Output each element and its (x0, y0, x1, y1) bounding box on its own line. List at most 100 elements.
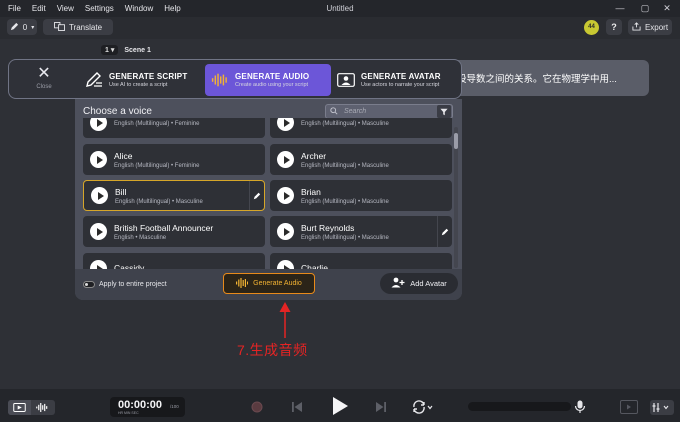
fullscreen-preview-button[interactable] (620, 400, 638, 414)
annotation-label: 7.生成音频 (237, 342, 308, 358)
generate-script-subtitle: Use AI to create a script (109, 82, 168, 88)
help-button[interactable]: ? (606, 19, 622, 35)
menu-file[interactable]: File (8, 4, 21, 13)
play-icon[interactable] (90, 223, 107, 240)
apply-to-project-toggle[interactable] (83, 281, 95, 288)
play-icon[interactable] (330, 396, 350, 416)
menu-view[interactable]: View (57, 4, 74, 13)
generate-avatar-option[interactable]: GENERATE AVATAR Use actors to narrate yo… (331, 64, 461, 96)
add-avatar-button[interactable]: Add Avatar (380, 273, 458, 294)
generate-audio-title: GENERATE AUDIO (235, 72, 310, 81)
voice-name: British Football Announcer (114, 222, 214, 233)
record-icon[interactable] (250, 400, 264, 414)
generate-audio-label: Generate Audio (253, 280, 302, 287)
export-label: Export (644, 22, 669, 32)
generate-audio-button[interactable]: Generate Audio (223, 273, 315, 294)
close-panel-button[interactable]: ✕ Close (31, 66, 57, 96)
filter-icon[interactable] (437, 105, 451, 118)
maximize-button[interactable]: ▢ (638, 2, 652, 14)
menu-edit[interactable]: Edit (32, 4, 46, 13)
voice-list: English (Multilingual) • Feminine Englis… (83, 118, 455, 272)
voice-card-brian[interactable]: Brian English (Multilingual) • Masculine (270, 180, 452, 211)
search-placeholder: Search (344, 108, 367, 115)
script-text: 设导数之间的关系。它在物理学中用... (457, 74, 617, 85)
voice-desc: English (Multilingual) • Masculine (301, 162, 389, 169)
add-avatar-icon (391, 277, 405, 290)
chevron-down-icon: ▾ (31, 24, 35, 31)
voice-card[interactable]: English (Multilingual) • Feminine (83, 118, 265, 138)
voice-panel-footer: Apply to entire project Generate Audio A… (75, 269, 462, 300)
play-icon[interactable] (277, 151, 294, 168)
search-icon (330, 106, 342, 117)
timeline-settings-button[interactable] (650, 400, 674, 415)
translate-button[interactable]: Translate (43, 19, 113, 35)
menu-help[interactable]: Help (164, 4, 180, 13)
waveform-icon (236, 277, 249, 290)
close-icon: ✕ (37, 65, 51, 82)
voice-card-archer[interactable]: Archer English (Multilingual) • Masculine (270, 144, 452, 175)
voice-search-input[interactable]: Search (325, 104, 453, 119)
voice-desc: English (Multilingual) • Feminine (114, 120, 200, 127)
play-icon[interactable] (277, 187, 294, 204)
edit-dropdown-button[interactable]: 0 ▾ (7, 19, 37, 35)
timecode-units: HR MIN SEC (118, 411, 139, 415)
generate-audio-option[interactable]: GENERATE AUDIO Create audio using your s… (205, 64, 331, 96)
menu-settings[interactable]: Settings (85, 4, 114, 13)
window-close-button[interactable]: ✕ (660, 2, 674, 14)
close-label: Close (36, 84, 52, 90)
menu-window[interactable]: Window (125, 4, 153, 13)
voice-card-british-football-announcer[interactable]: British Football Announcer English • Masc… (83, 216, 265, 247)
timecode-value: 00:00:00 (118, 399, 163, 411)
voice-card-bill[interactable]: Bill English (Multilingual) • Masculine (83, 180, 265, 211)
skip-back-icon[interactable] (290, 400, 304, 414)
script-text-preview[interactable]: 设导数之间的关系。它在物理学中用... (445, 60, 649, 96)
ai-mode-panel: ✕ Close GENERATE SCRIPT Use AI to create… (8, 59, 462, 99)
voice-name: Alice (114, 150, 133, 161)
generate-script-title: GENERATE SCRIPT (109, 72, 188, 81)
translate-label: Translate (68, 22, 103, 32)
voice-panel-title: Choose a voice (83, 106, 152, 117)
pencil-script-icon (85, 71, 103, 89)
video-track-icon[interactable] (8, 400, 31, 415)
voice-desc: English (Multilingual) • Feminine (114, 162, 200, 169)
microphone-icon[interactable] (572, 399, 588, 415)
minimize-button[interactable]: — (613, 2, 627, 14)
voice-name: Burt Reynolds (301, 222, 355, 233)
add-avatar-label: Add Avatar (410, 279, 447, 288)
generate-script-option[interactable]: GENERATE SCRIPT Use AI to create a scrip… (79, 64, 205, 96)
timecode-display: 00:00:00 HR MIN SEC /100 (110, 397, 185, 417)
voice-name: Brian (301, 186, 321, 197)
annotation-arrow (279, 302, 291, 338)
voice-card-burt-reynolds[interactable]: Burt Reynolds English (Multilingual) • Ma… (270, 216, 452, 247)
voice-list-scrollbar[interactable] (454, 127, 458, 268)
voice-name: Bill (115, 186, 127, 197)
waveform-icon (211, 71, 229, 89)
media-type-toggle[interactable] (8, 400, 55, 415)
edit-voice-icon[interactable] (249, 181, 264, 210)
voice-desc: English (Multilingual) • Masculine (115, 198, 203, 205)
audio-track-icon[interactable] (31, 400, 54, 415)
notification-badge[interactable]: 44 (584, 20, 599, 35)
scene-indicator: 1 ▾ Scene 1 (101, 45, 151, 55)
skip-forward-icon[interactable] (374, 400, 388, 414)
play-icon[interactable] (90, 118, 107, 131)
voice-name: Archer (301, 150, 327, 161)
play-icon[interactable] (90, 151, 107, 168)
play-icon[interactable] (277, 223, 294, 240)
edit-voice-icon[interactable] (437, 216, 452, 247)
export-icon (632, 21, 641, 33)
pencil-icon (10, 22, 19, 33)
play-icon[interactable] (277, 118, 294, 131)
scene-number-dropdown[interactable]: 1 ▾ (101, 45, 119, 55)
timecode-frames: /100 (170, 404, 179, 409)
play-icon[interactable] (91, 187, 108, 204)
edit-count: 0 (22, 22, 28, 32)
scrollbar-thumb[interactable] (454, 133, 458, 149)
voice-desc: English • Masculine (114, 234, 167, 241)
voice-card[interactable]: English (Multilingual) • Masculine (270, 118, 452, 138)
loop-icon[interactable] (410, 399, 434, 415)
export-button[interactable]: Export (628, 19, 672, 35)
voice-card-alice[interactable]: Alice English (Multilingual) • Feminine (83, 144, 265, 175)
volume-slider[interactable] (468, 402, 571, 411)
avatar-card-icon (337, 71, 355, 89)
